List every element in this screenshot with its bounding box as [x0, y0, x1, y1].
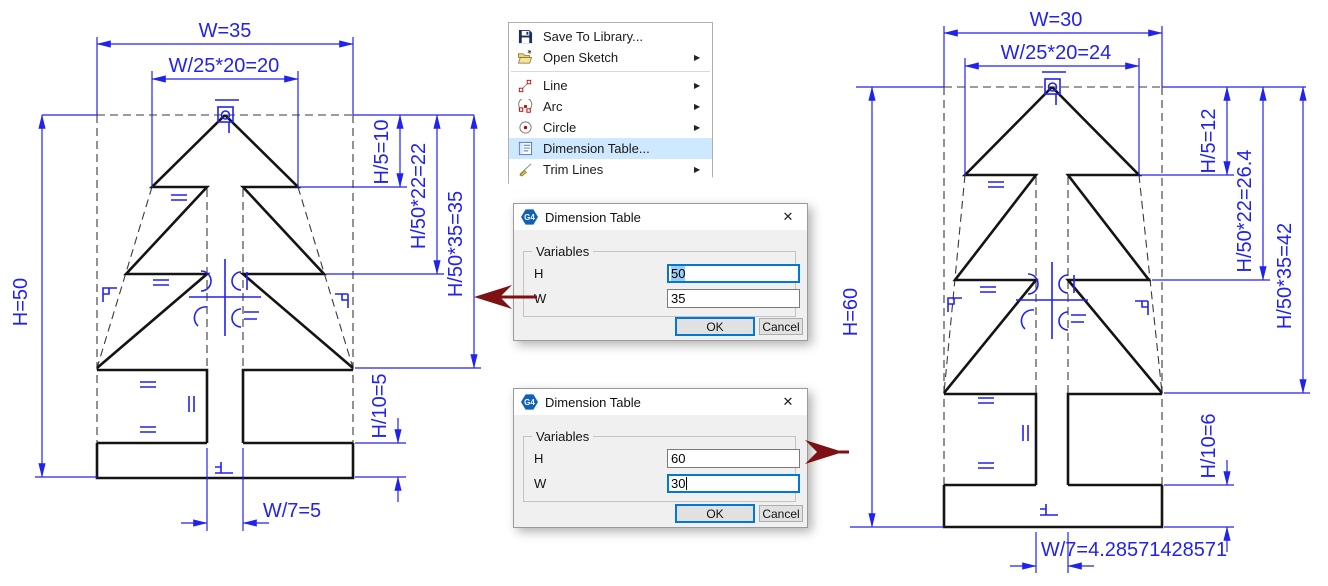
- line-icon: [509, 79, 541, 93]
- input-text: 60: [671, 451, 685, 466]
- cancel-button[interactable]: Cancel: [759, 318, 803, 335]
- dimension-table-dialog-2: G4 Dimension Table ✕ Variables H 60 W 30…: [513, 388, 808, 528]
- variables-label: Variables: [532, 244, 593, 259]
- submenu-arrow-icon: ▶: [694, 53, 712, 62]
- dim-w-top: W/25*20=24: [1001, 42, 1112, 64]
- dim-w-top: W/25*20=20: [169, 55, 280, 77]
- menu-item-label: Circle: [541, 120, 694, 135]
- arrow-right-icon: [801, 438, 851, 466]
- variables-label: Variables: [532, 429, 593, 444]
- h-value-input[interactable]: 60: [667, 449, 800, 468]
- menu-item-circle[interactable]: Circle ▶: [509, 117, 712, 138]
- w-value-input[interactable]: 30: [667, 474, 800, 493]
- arrow-left-icon: [466, 283, 540, 311]
- g4-app-icon: G4: [521, 394, 538, 410]
- dim-w-trunk: W/7=5: [263, 500, 321, 522]
- dim-h-total: H=60: [840, 288, 862, 336]
- context-menu: Save To Library... Open Sketch ▶ Line ▶ …: [508, 22, 713, 189]
- right-tree-sketch: W=30 W/25*20=24 H=60 H/5=12 H/50*22=26.4…: [828, 0, 1328, 586]
- menu-item-label: Save To Library...: [541, 29, 694, 44]
- dim-w-trunk: W/7=4.28571428571: [1041, 539, 1227, 561]
- circle-icon: [509, 120, 541, 135]
- selected-text: 50: [671, 266, 685, 281]
- right-constraint-symbols: [948, 72, 1148, 515]
- dimension-table-dialog-1: G4 Dimension Table ✕ Variables H 50 W 35…: [513, 203, 808, 341]
- dim-h-base: H/10=5: [369, 373, 391, 438]
- ok-button[interactable]: OK: [676, 318, 754, 335]
- left-constraint-symbols: [103, 100, 348, 473]
- menu-item-dimension-table[interactable]: Dimension Table...: [509, 138, 712, 159]
- w-value-input[interactable]: 35: [667, 289, 800, 308]
- menu-separator: [511, 71, 710, 72]
- menu-item-label: Line: [541, 78, 694, 93]
- menu-item-label: Open Sketch: [541, 50, 694, 65]
- input-text: 30: [671, 476, 685, 491]
- dim-h-base: H/10=6: [1198, 413, 1220, 478]
- dim-w-total: W=35: [199, 20, 252, 42]
- field-label-w: W: [534, 476, 546, 491]
- open-folder-icon: [509, 50, 541, 65]
- menu-item-label: Arc: [541, 99, 694, 114]
- dialog-title: Dimension Table: [545, 210, 769, 225]
- dimension-table-icon: [509, 141, 541, 156]
- dialog-titlebar[interactable]: G4 Dimension Table ✕: [514, 204, 807, 230]
- cancel-button[interactable]: Cancel: [759, 505, 803, 522]
- dim-h-total: H=50: [10, 278, 32, 326]
- menu-item-arc[interactable]: Arc ▶: [509, 96, 712, 117]
- left-dimension-lines: [35, 37, 481, 531]
- dim-h-tier1: H/5=10: [371, 119, 393, 184]
- h-value-input[interactable]: 50: [667, 264, 800, 283]
- menu-item-trim-lines[interactable]: Trim Lines ▶: [509, 159, 712, 180]
- text-cursor: [686, 477, 687, 490]
- dim-h-tier1: H/5=12: [1198, 108, 1220, 173]
- dialog-title: Dimension Table: [545, 395, 769, 410]
- dim-h-tier3: H/50*35=35: [445, 191, 467, 297]
- close-icon[interactable]: ✕: [769, 394, 807, 410]
- dim-w-total: W=30: [1030, 9, 1083, 31]
- menu-item-save-to-library[interactable]: Save To Library...: [509, 26, 712, 47]
- dialog-titlebar[interactable]: G4 Dimension Table ✕: [514, 389, 807, 415]
- field-label-h: H: [534, 451, 543, 466]
- field-label-h: H: [534, 266, 543, 281]
- dim-h-tier2: H/50*22=26.4: [1234, 150, 1256, 273]
- left-tree-sketch: W=35 W/25*20=20 H=50 H/5=10 H/50*22=22 H…: [0, 0, 500, 586]
- menu-item-label: Trim Lines: [541, 162, 694, 177]
- right-construction-lines: [944, 87, 1162, 485]
- submenu-arrow-icon: ▶: [694, 81, 712, 90]
- left-dimension-labels: W=35 W/25*20=20 H=50 H/5=10 H/50*22=22 H…: [10, 20, 467, 522]
- submenu-arrow-icon: ▶: [694, 165, 712, 174]
- right-tree-outline: [944, 87, 1162, 527]
- menu-item-open-sketch[interactable]: Open Sketch ▶: [509, 47, 712, 68]
- close-icon[interactable]: ✕: [769, 209, 807, 225]
- menu-item-line[interactable]: Line ▶: [509, 75, 712, 96]
- submenu-arrow-icon: ▶: [694, 102, 712, 111]
- dim-h-tier3: H/50*35=42: [1274, 223, 1296, 329]
- arc-icon: [509, 99, 541, 114]
- ok-button[interactable]: OK: [676, 505, 754, 522]
- cad-tutorial-screenshot: W=35 W/25*20=20 H=50 H/5=10 H/50*22=22 H…: [0, 0, 1328, 586]
- trim-lines-icon: [509, 162, 541, 177]
- submenu-arrow-icon: ▶: [694, 123, 712, 132]
- menu-item-label: Dimension Table...: [541, 141, 694, 156]
- dim-h-tier2: H/50*22=22: [408, 143, 430, 249]
- input-text: 35: [671, 291, 685, 306]
- g4-app-icon: G4: [521, 209, 538, 225]
- save-icon: [509, 29, 541, 44]
